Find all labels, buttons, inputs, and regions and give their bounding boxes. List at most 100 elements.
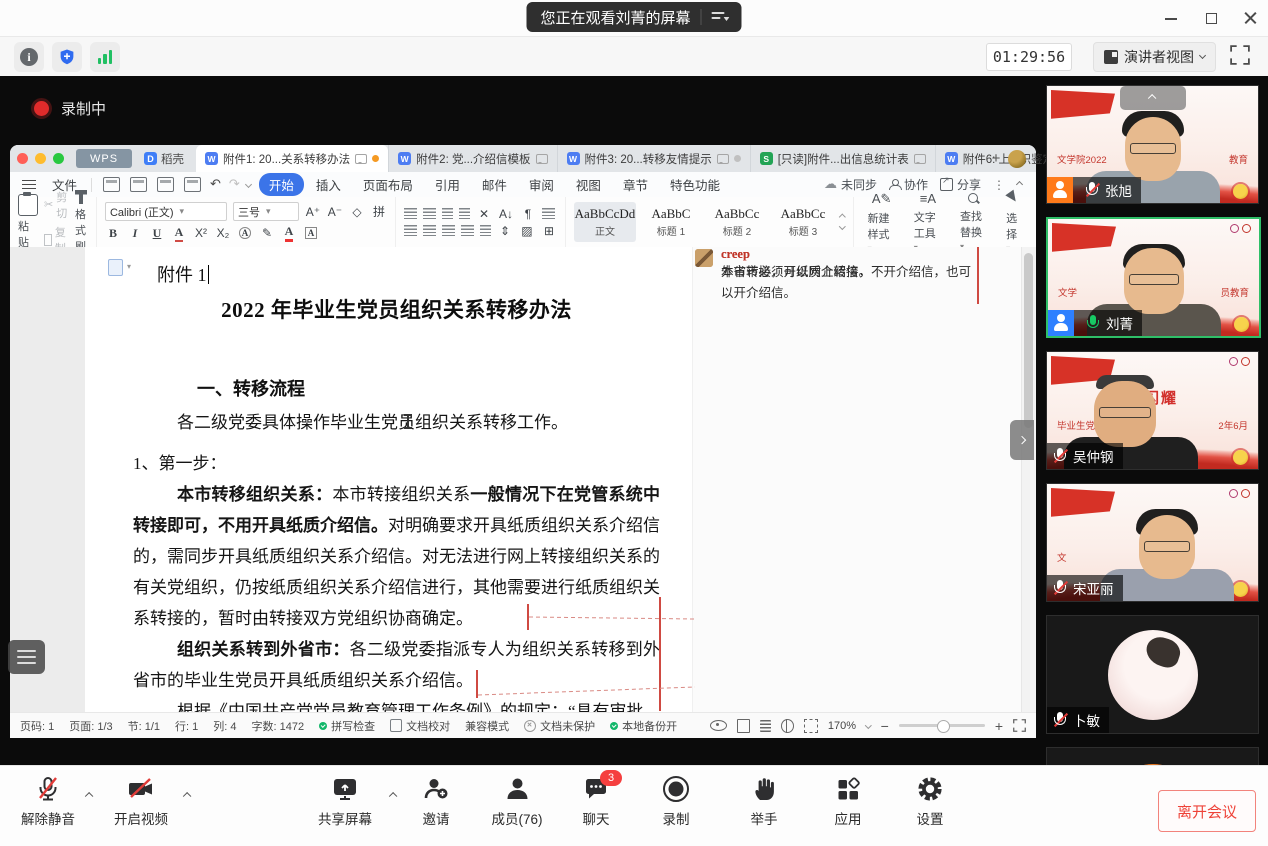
document-paragraph[interactable]: 组织关系转到外省市：各二级党委指派专人为组织关系转移到外省市的毕业生党员开具纸质…: [133, 634, 660, 696]
columns-icon[interactable]: [542, 208, 555, 219]
participant-video-tile[interactable]: 徽闪耀 毕业生党员教育 2年6月: [1046, 351, 1259, 470]
apps-button[interactable]: 应用: [835, 774, 862, 828]
participant-video-tile[interactable]: 文 宋亚丽: [1046, 483, 1259, 602]
scrollbar-thumb[interactable]: [1024, 253, 1033, 428]
find-replace-button[interactable]: 查找替换: [954, 193, 994, 252]
save-icon[interactable]: [103, 177, 120, 192]
status-item[interactable]: 拼写检查: [319, 718, 375, 734]
pinyin-guide-icon[interactable]: 拼: [371, 203, 387, 220]
docer-tab[interactable]: D 稻壳: [132, 151, 196, 167]
paragraph-mark-icon[interactable]: ¶: [520, 207, 536, 221]
members-button[interactable]: 成员(76): [491, 774, 542, 828]
zoom-in-button[interactable]: +: [995, 721, 1003, 731]
document-paragraph[interactable]: 1、第一步：: [133, 448, 660, 479]
grow-font-icon[interactable]: A⁺: [305, 205, 321, 219]
participant-video-tile[interactable]: 党徽 文学院2022 教育: [1046, 85, 1259, 204]
meeting-info-button[interactable]: i: [14, 42, 44, 72]
document-tab[interactable]: W 附件3: 20...转移友情提示: [557, 145, 750, 172]
unmute-button[interactable]: 解除静音: [21, 774, 75, 828]
traffic-close-icon[interactable]: [17, 153, 28, 164]
status-item[interactable]: 文档校对: [390, 718, 450, 734]
fullscreen-button[interactable]: [1230, 45, 1254, 69]
document-paragraph[interactable]: 本市转移组织关系：本市转接组织关系一般情况下在党管系统中转接即可，不用开具纸质介…: [133, 479, 660, 634]
style-chip[interactable]: AaBbC 标题 1: [640, 202, 702, 242]
account-avatar[interactable]: [1008, 150, 1026, 168]
bullet-list-icon[interactable]: [404, 208, 417, 219]
audio-options-caret[interactable]: [86, 786, 92, 804]
web-view-icon[interactable]: [781, 719, 794, 733]
participant-video-tile[interactable]: 耀 文学 员教育: [1046, 217, 1261, 338]
status-item[interactable]: 页面: 1/3: [69, 718, 112, 734]
zoom-level[interactable]: 170%: [828, 720, 856, 732]
select-button[interactable]: 选择: [1000, 191, 1028, 254]
security-button[interactable]: [52, 42, 82, 72]
share-options-caret[interactable]: [390, 786, 396, 804]
circle-char-icon[interactable]: A: [237, 227, 253, 239]
status-item[interactable]: 兼容模式: [465, 718, 509, 734]
zoom-slider[interactable]: [899, 724, 985, 727]
clear-format-icon[interactable]: ◇: [349, 205, 365, 219]
distribute-icon[interactable]: [480, 225, 491, 236]
borders-icon[interactable]: ⊞: [541, 224, 557, 238]
collapse-ribbon-icon[interactable]: [1016, 181, 1023, 188]
leave-meeting-button[interactable]: 离开会议: [1158, 790, 1256, 832]
sort-icon[interactable]: A↓: [498, 207, 514, 221]
menu-item[interactable]: 审阅: [519, 173, 564, 196]
annotation-panel-toggle[interactable]: [8, 640, 45, 674]
new-style-button[interactable]: A✎ 新建样式: [862, 191, 902, 254]
invite-button[interactable]: 邀请: [422, 774, 450, 828]
panel-expander-button[interactable]: [1010, 420, 1034, 460]
document-tab[interactable]: S [只读]附件...出信息统计表: [750, 145, 935, 172]
highlight-icon[interactable]: ✎: [259, 226, 275, 240]
shrink-font-icon[interactable]: A⁻: [327, 205, 343, 219]
close-button[interactable]: [1244, 11, 1258, 25]
clear-marks-icon[interactable]: ✕: [476, 207, 492, 221]
chat-button[interactable]: 3 聊天: [582, 774, 610, 828]
network-quality-button[interactable]: [90, 42, 120, 72]
fullpage-icon[interactable]: [1013, 719, 1026, 732]
view-mode-selector[interactable]: 演讲者视图: [1093, 42, 1216, 72]
banner-menu-icon[interactable]: [712, 9, 732, 25]
comment-card[interactable]: creep 外省市必须开纸质介绍信。: [695, 247, 979, 283]
participant-video-tile[interactable]: 卜敏: [1046, 615, 1259, 734]
document-scrollbar[interactable]: [1021, 247, 1036, 712]
eye-protect-icon[interactable]: [710, 720, 727, 731]
decrease-indent-icon[interactable]: [442, 208, 453, 219]
minimize-button[interactable]: [1164, 11, 1178, 25]
chevron-down-icon[interactable]: [245, 181, 252, 188]
italic-icon[interactable]: I: [127, 226, 143, 241]
bold-icon[interactable]: B: [105, 226, 121, 241]
font-size-select[interactable]: 三号: [233, 202, 299, 221]
status-item[interactable]: 行: 1: [175, 718, 198, 734]
increase-indent-icon[interactable]: [459, 208, 470, 219]
subscript-icon[interactable]: X₂: [215, 226, 231, 240]
page-style-icon[interactable]: [108, 259, 123, 276]
align-right-icon[interactable]: [442, 225, 455, 236]
export-icon[interactable]: [130, 177, 147, 192]
start-video-button[interactable]: 开启视频: [114, 774, 168, 828]
video-options-caret[interactable]: [184, 786, 190, 804]
styles-scroll-up-icon[interactable]: [839, 214, 845, 220]
raise-hand-button[interactable]: 举手: [750, 774, 778, 828]
menu-item[interactable]: 引用: [425, 173, 470, 196]
traffic-minimize-icon[interactable]: [35, 153, 46, 164]
traffic-zoom-icon[interactable]: [53, 153, 64, 164]
print-preview-icon[interactable]: [184, 177, 201, 192]
status-item[interactable]: 页码: 1: [20, 718, 54, 734]
document-tab[interactable]: W 附件1: 20...关系转移办法: [196, 145, 388, 172]
zoom-dropdown-icon[interactable]: [865, 722, 871, 728]
outline-view-icon[interactable]: [760, 720, 771, 732]
menu-item[interactable]: 特色功能: [660, 173, 730, 196]
align-left-icon[interactable]: [404, 225, 417, 236]
text-tools-button[interactable]: ≡A 文字工具: [908, 191, 948, 253]
status-item[interactable]: 字数: 1472: [252, 718, 305, 734]
char-border-icon[interactable]: A: [303, 227, 319, 239]
font-color-icon[interactable]: A: [281, 224, 297, 242]
format-painter-button[interactable]: 格式刷: [75, 190, 88, 254]
cut-button[interactable]: ✂剪切: [44, 189, 69, 221]
shading-icon[interactable]: ▨: [519, 224, 535, 238]
new-tab-button[interactable]: +: [984, 150, 1008, 167]
document-paragraph[interactable]: 根据《中国共产党党员教育管理工作条例》的规定：“具有审批: [133, 696, 660, 712]
style-chip[interactable]: AaBbCc 标题 2: [706, 202, 768, 242]
hamburger-icon[interactable]: [22, 180, 36, 190]
